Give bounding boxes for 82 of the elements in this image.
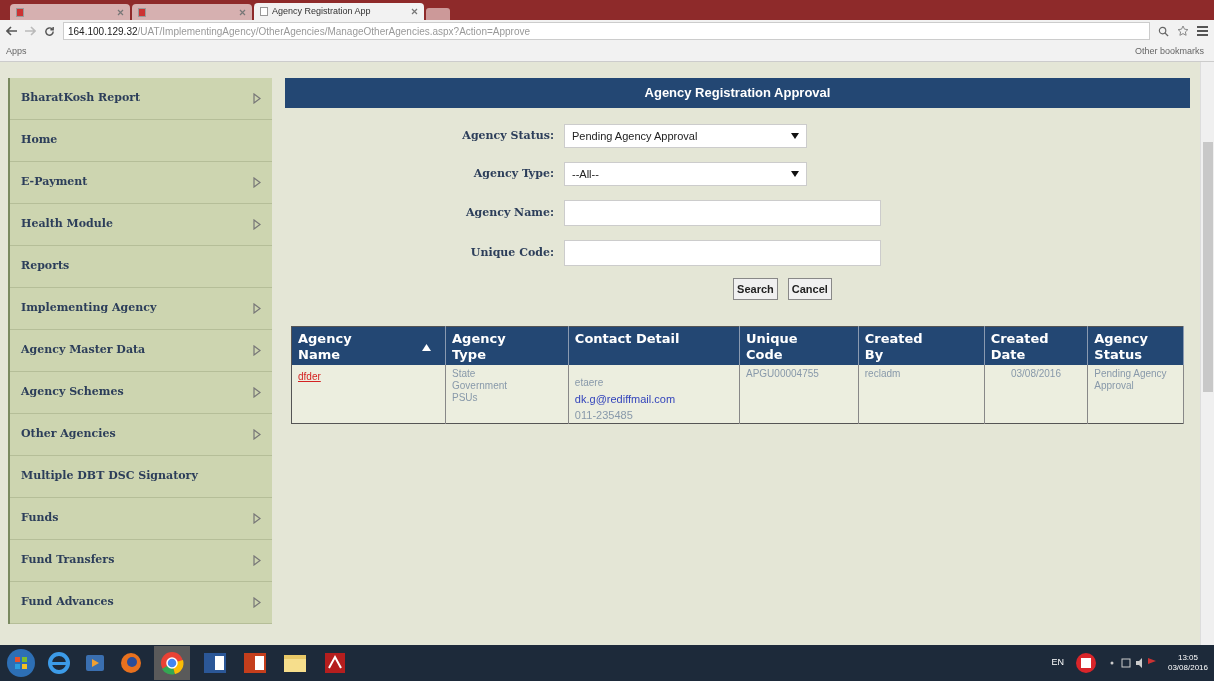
- column-header-label[interactable]: Created By: [864, 331, 935, 363]
- sidebar-item[interactable]: Home: [10, 120, 272, 162]
- sidebar-label[interactable]: Fund Advances: [21, 594, 114, 611]
- form-button[interactable]: Search: [733, 278, 778, 300]
- dropdown-value: Pending Agency Approval: [572, 128, 698, 144]
- dropdown[interactable]: --All--: [564, 162, 807, 186]
- input-field[interactable]: [564, 200, 881, 226]
- sidebar-row[interactable]: Funds: [10, 498, 272, 540]
- browser-tab[interactable]: [10, 4, 130, 20]
- sidebar-label[interactable]: Other Agencies: [21, 426, 116, 443]
- panel-title: Agency Registration Approval: [285, 78, 1190, 108]
- globe-icon[interactable]: [118, 650, 144, 676]
- sidebar-label[interactable]: Agency Master Data: [21, 342, 146, 359]
- app-tray-icon[interactable]: [1073, 651, 1098, 675]
- sidebar-label[interactable]: Implementing Agency: [21, 300, 157, 317]
- sidebar-row[interactable]: Fund Advances: [10, 582, 272, 624]
- column-header-label[interactable]: Agency Name: [298, 331, 358, 363]
- sidebar-item[interactable]: Reports: [10, 246, 272, 288]
- column-header-label[interactable]: Contact Detail: [574, 331, 680, 347]
- contact-text: dk.g@rediffmail.com: [574, 392, 677, 407]
- column-header-label[interactable]: Agency Type: [452, 331, 523, 363]
- reload-icon[interactable]: [44, 25, 55, 37]
- clock-date[interactable]: 03/08/2016: [1167, 663, 1208, 673]
- agency-link[interactable]: dfder: [298, 371, 321, 382]
- table-cell: APGU00004755: [739, 365, 859, 424]
- browser-tab[interactable]: Agency Registration App: [254, 3, 424, 20]
- table-cell: State Government PSUs: [445, 365, 569, 424]
- start-icon[interactable]: [6, 648, 36, 678]
- sidebar-label[interactable]: Reports: [21, 258, 70, 275]
- dropdown[interactable]: Pending Agency Approval: [564, 124, 807, 148]
- clock-time[interactable]: 13:05: [1177, 653, 1198, 663]
- sidebar-label[interactable]: Home: [21, 132, 58, 149]
- table-cell: recladm: [858, 365, 985, 424]
- address-bar[interactable]: 164.100.129.32/UAT/ImplementingAgency/OtherAgencies/ManageOtherAgencies.aspx?Action=Approve: [63, 22, 1150, 40]
- sidebar-row[interactable]: Agency Master Data: [10, 330, 272, 372]
- browser-icon[interactable]: [46, 650, 72, 676]
- sidebar-row[interactable]: Implementing Agency: [10, 288, 272, 330]
- input-field[interactable]: [564, 240, 881, 266]
- zoom-icon[interactable]: [1158, 25, 1169, 37]
- back-icon[interactable]: [6, 26, 17, 36]
- table-cell: 03/08/2016: [984, 365, 1088, 424]
- sidebar-label[interactable]: Fund Transfers: [21, 552, 115, 569]
- language-indicator[interactable]: EN: [1051, 656, 1064, 670]
- field-label: Agency Name:: [464, 204, 554, 221]
- sort-icon[interactable]: [422, 343, 432, 351]
- bookmark-link[interactable]: Other bookmarks: [1134, 44, 1204, 59]
- sidebar-item[interactable]: Multiple DBT DSC Signatory: [10, 456, 272, 498]
- field-label: Unique Code:: [469, 244, 554, 261]
- contact-text: 011-235485: [574, 408, 634, 423]
- sidebar-label[interactable]: Health Module: [21, 216, 113, 233]
- caret-icon: [791, 171, 799, 177]
- sidebar-label[interactable]: Agency Schemes: [21, 384, 124, 401]
- field-label: Agency Status:: [461, 127, 554, 144]
- sidebar-row[interactable]: Health Module: [10, 204, 272, 246]
- column-header-label[interactable]: Created Date: [990, 331, 1061, 363]
- sidebar-label[interactable]: E-Payment: [21, 174, 88, 191]
- close-icon[interactable]: [411, 8, 418, 15]
- sidebar-label[interactable]: Funds: [21, 510, 59, 527]
- page-icon: [260, 7, 268, 16]
- caret-icon: [791, 133, 799, 139]
- sidebar-label[interactable]: Multiple DBT DSC Signatory: [21, 468, 198, 485]
- chrome-icon[interactable]: [154, 646, 190, 680]
- page-icon: [138, 7, 146, 17]
- form-button[interactable]: Cancel: [787, 278, 832, 300]
- table-cell: Pending Agency Approval: [1087, 365, 1184, 424]
- sidebar-row[interactable]: BharatKosh Report: [10, 78, 272, 120]
- scrollbar[interactable]: [1200, 62, 1214, 645]
- column-header-label[interactable]: Unique Code: [746, 331, 816, 363]
- contact-text: etaere: [574, 376, 605, 390]
- browser-tab[interactable]: [132, 4, 252, 20]
- field-label: Agency Type:: [472, 165, 554, 182]
- dropdown-value: --All--: [572, 166, 599, 182]
- sidebar-row[interactable]: Other Agencies: [10, 414, 272, 456]
- menu-icon[interactable]: [1197, 26, 1208, 36]
- sidebar-row[interactable]: Fund Transfers: [10, 540, 272, 582]
- sidebar-row[interactable]: Agency Schemes: [10, 372, 272, 414]
- sidebar-label[interactable]: BharatKosh Report: [21, 90, 141, 107]
- sidebar-row[interactable]: E-Payment: [10, 162, 272, 204]
- page-icon: [16, 7, 24, 17]
- bookmark-link[interactable]: Apps: [6, 44, 27, 59]
- column-header-label[interactable]: Agency Status: [1094, 331, 1165, 363]
- star-icon[interactable]: [1177, 25, 1189, 37]
